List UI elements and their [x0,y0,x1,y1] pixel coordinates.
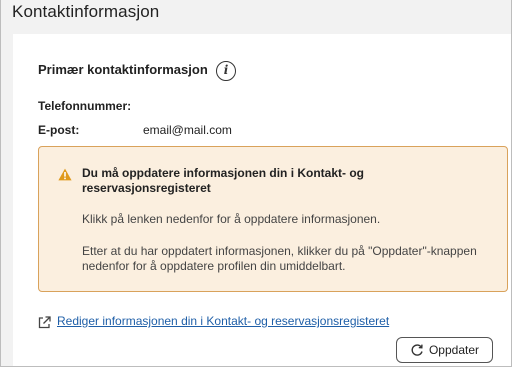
email-label: E-post: [38,123,80,137]
alert-title: Du må oppdatere informasjonen din i Kont… [82,166,365,195]
external-link-icon[interactable] [38,316,51,329]
update-button[interactable]: Oppdater [396,337,493,363]
contact-card: Primær kontaktinformasjon i Telefonnumme… [13,34,511,366]
section-heading: Primær kontaktinformasjon [38,62,208,77]
refresh-icon [411,344,423,356]
page-title: Kontaktinformasjon [12,2,160,21]
app-frame: Kontaktinformasjon Primær kontaktinforma… [0,0,512,367]
phone-label: Telefonnummer: [38,99,132,113]
warning-icon [58,168,72,181]
alert-text-2: Etter at du har oppdatert informasjonen,… [82,244,477,273]
email-value: email@mail.com [143,123,232,137]
alert-text-1: Klikk på lenken nedenfor for å oppdatere… [82,212,381,226]
update-button-label: Oppdater [428,343,480,357]
info-icon[interactable]: i [216,61,236,81]
edit-registry-link[interactable]: Rediger informasjonen din i Kontakt- og … [57,314,389,328]
warning-alert: Du må oppdatere informasjonen din i Kont… [38,146,508,292]
